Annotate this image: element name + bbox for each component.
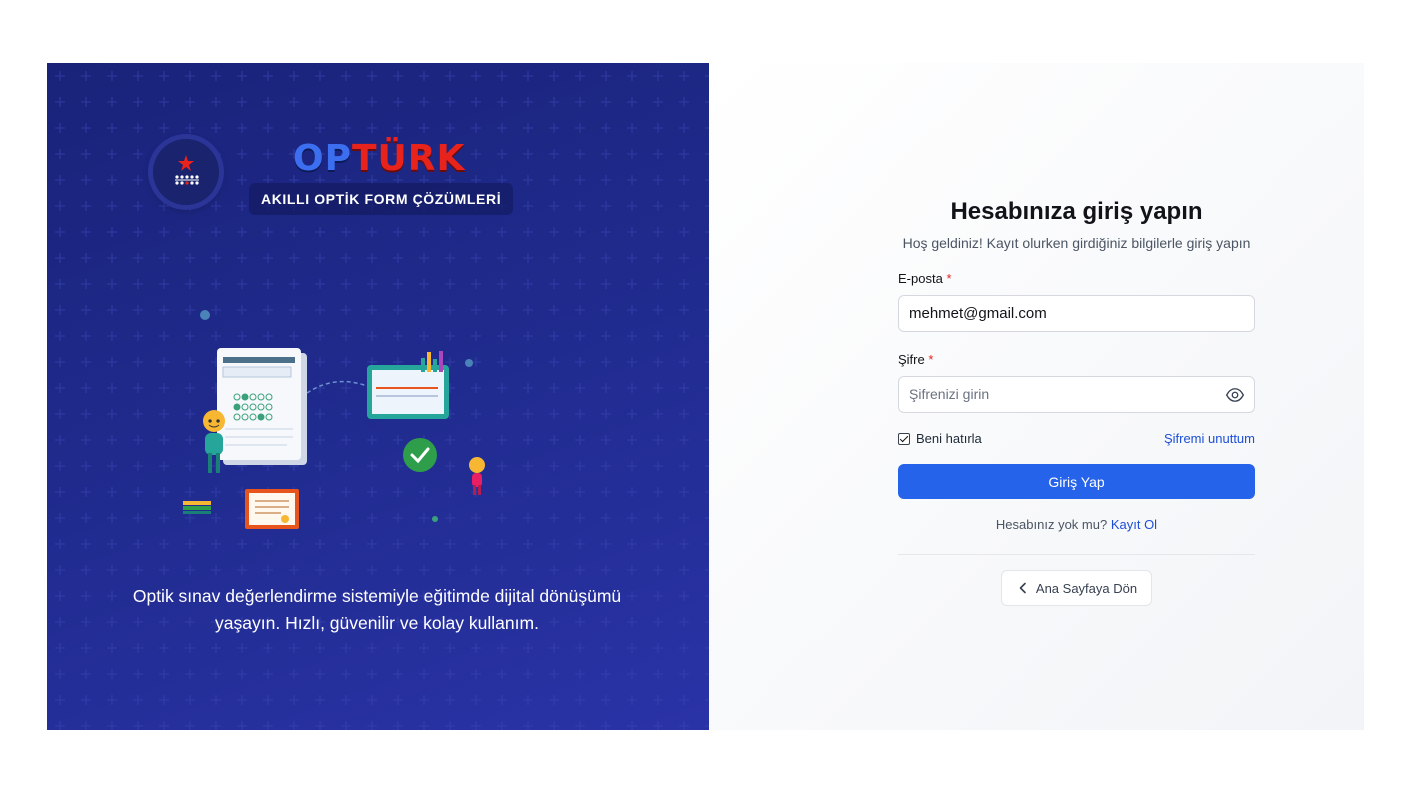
login-panel: Hesabınıza giriş yapın Hoş geldiniz! Kay… [709,63,1364,730]
password-required-mark: * [928,352,934,367]
email-field-wrapper [898,295,1255,332]
brand-name-turk: TÜRK [352,138,466,179]
email-label-text: E-posta [898,271,943,286]
page-frame: OPTÜRK AKILLI OPTİK FORM ÇÖZÜMLERİ Optik… [47,63,1364,730]
login-subtitle: Hoş geldiniz! Kayıt olurken girdiğiniz b… [902,235,1251,251]
brand-tagline: AKILLI OPTİK FORM ÇÖZÜMLERİ [249,183,514,215]
brand-badge-icon [153,139,219,205]
back-to-home-button[interactable]: Ana Sayfaya Dön [1000,570,1153,606]
no-account-text: Hesabınız yok mu? [995,517,1108,532]
brand-name: OPTÜRK [293,139,465,179]
password-label-text: Şifre [898,352,925,367]
email-required-mark: * [946,271,952,286]
form-options-row: Beni hatırla Şifremi unuttum [898,431,1255,446]
forgot-password-link[interactable]: Şifremi unuttum [1164,431,1255,446]
email-label: E-posta * [898,271,1255,286]
brand-name-op: OP [293,138,352,179]
chevron-left-icon [1019,582,1026,594]
login-title: Hesabınıza giriş yapın [950,198,1203,225]
password-input[interactable] [899,377,1254,412]
remember-me-label: Beni hatırla [916,431,982,446]
back-button-wrapper: Ana Sayfaya Dön [898,570,1255,606]
divider [898,554,1255,555]
signup-link[interactable]: Kayıt Ol [1111,517,1157,532]
exam-illustration [183,310,485,529]
signup-prompt: Hesabınız yok mu? Kayıt Ol [898,517,1255,532]
hero-description: Optik sınav değerlendirme sistemiyle eği… [132,586,622,633]
checkbox-checked-icon[interactable] [898,432,910,445]
password-label: Şifre * [898,352,1255,367]
login-button[interactable]: Giriş Yap [898,464,1255,499]
password-field-wrapper [898,376,1255,413]
eye-icon[interactable] [1225,385,1245,405]
remember-me-checkbox[interactable]: Beni hatırla [898,431,982,446]
brand-logo: OPTÜRK AKILLI OPTİK FORM ÇÖZÜMLERİ [153,139,573,219]
hero-panel: OPTÜRK AKILLI OPTİK FORM ÇÖZÜMLERİ Optik… [47,63,709,730]
email-input[interactable] [899,296,1254,331]
login-form: Hesabınıza giriş yapın Hoş geldiniz! Kay… [898,197,1255,606]
back-to-home-label: Ana Sayfaya Dön [1035,580,1138,596]
